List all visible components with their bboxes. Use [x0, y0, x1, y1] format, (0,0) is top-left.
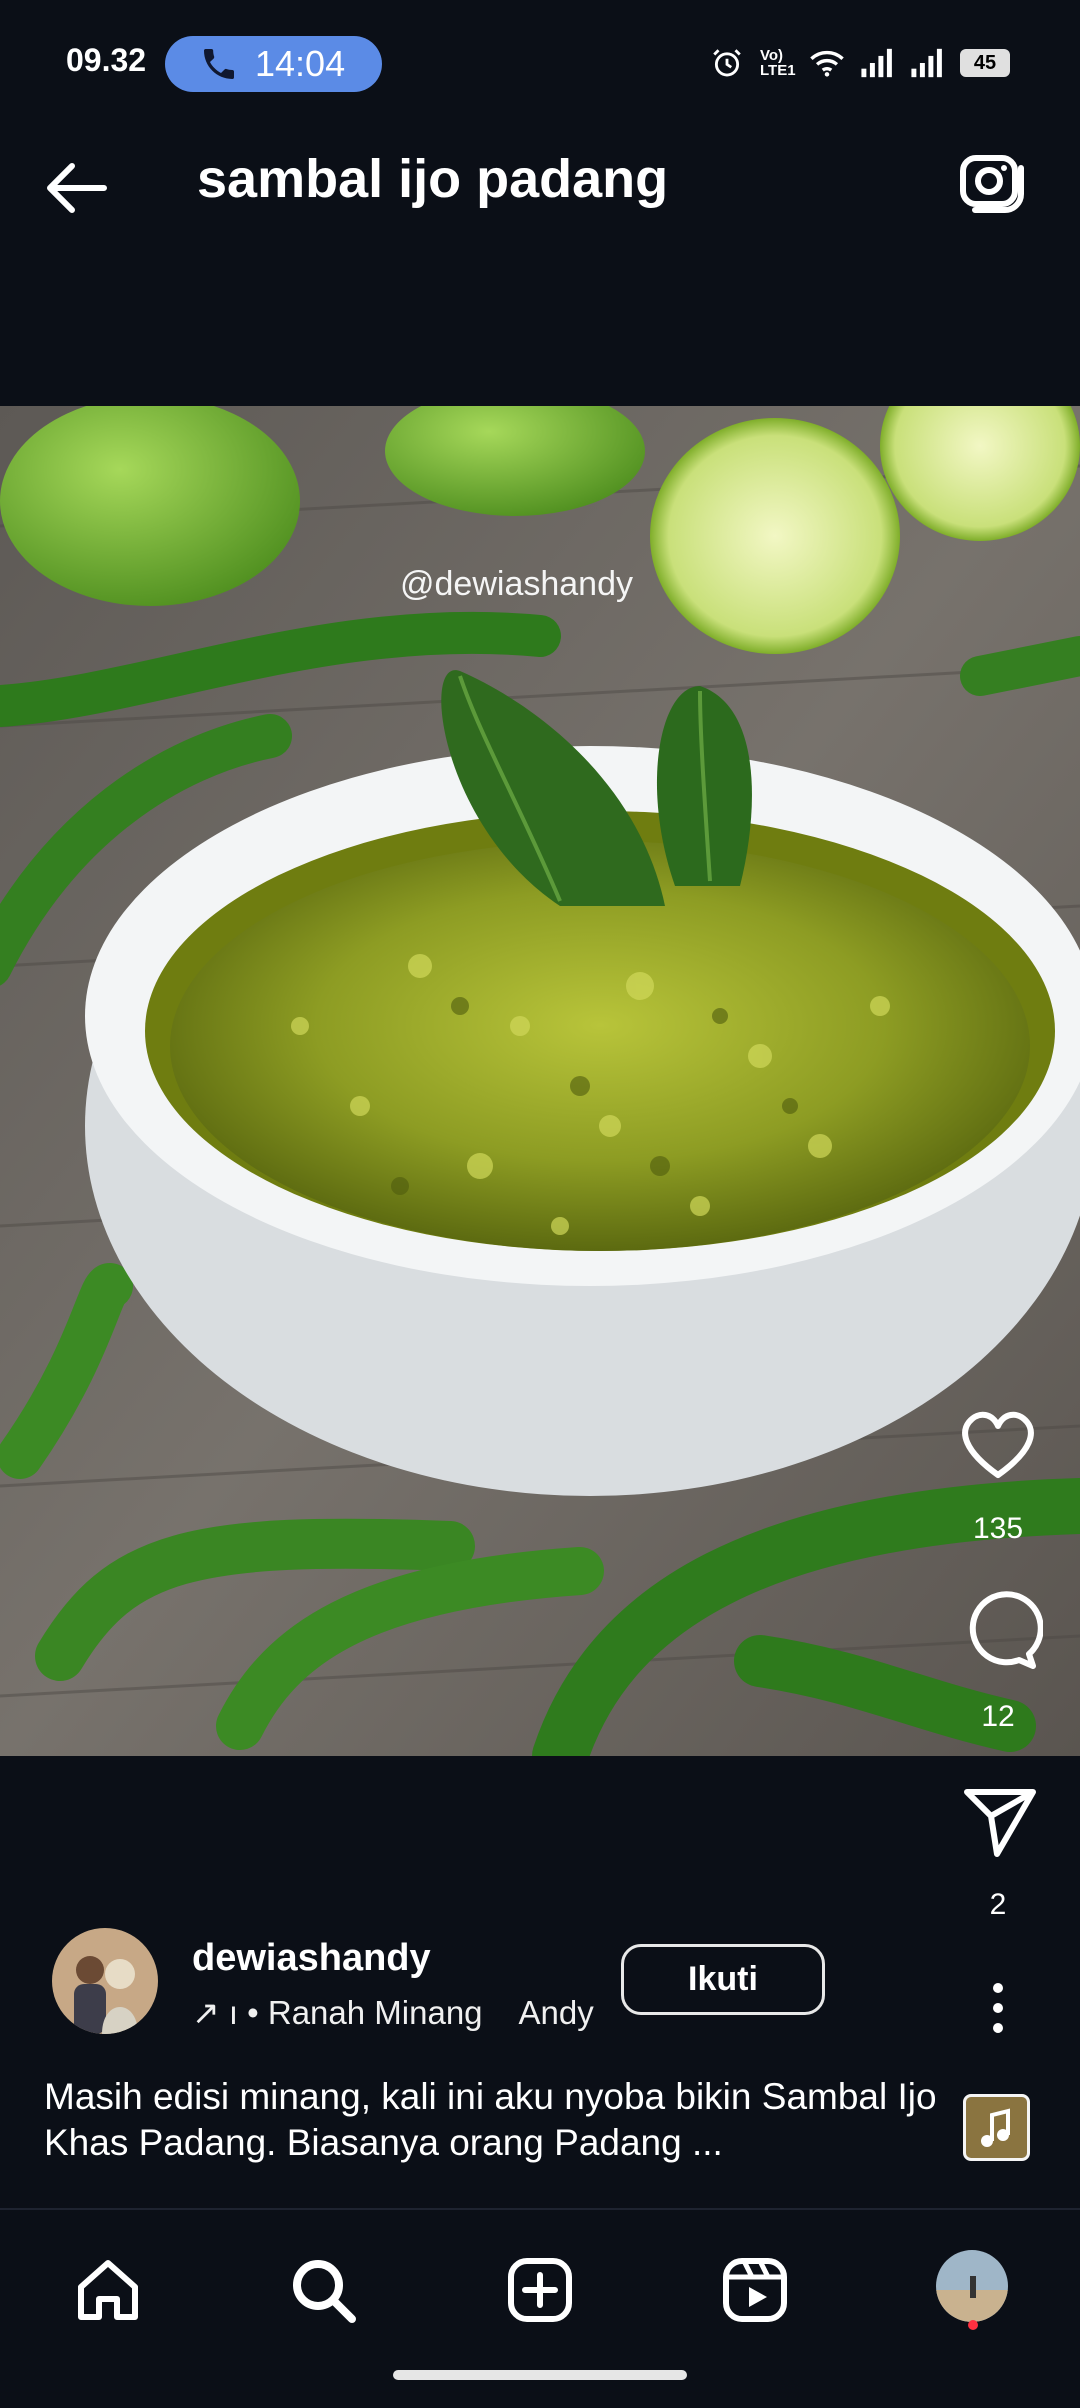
heart-icon	[962, 1411, 1034, 1478]
music-thumbnail[interactable]	[963, 2094, 1030, 2161]
send-icon	[964, 1789, 1036, 1857]
more-vertical-icon	[993, 1983, 1003, 2033]
comment-button[interactable]	[953, 1586, 1044, 1676]
music-note-icon	[981, 2108, 1010, 2147]
share-count[interactable]: 2	[948, 1888, 1048, 1922]
comment-icon	[969, 1591, 1044, 1669]
image-watermark: @dewiashandy	[400, 565, 633, 603]
author-username[interactable]: dewiashandy	[192, 1937, 431, 1980]
status-bar: 09.32 14:04 Vo) LTE1 45	[0, 0, 1080, 110]
camera-button[interactable]	[953, 142, 1033, 222]
comment-count[interactable]: 12	[948, 1700, 1048, 1734]
status-icons: Vo) LTE1 45	[710, 46, 1010, 80]
follow-button[interactable]: Ikuti	[621, 1944, 825, 2015]
sambal-photo	[0, 406, 1080, 1756]
alarm-icon	[713, 49, 741, 77]
home-icon	[78, 2260, 138, 2320]
share-button[interactable]	[953, 1776, 1043, 1866]
post-caption[interactable]: Masih edisi minang, kali ini aku nyoba b…	[44, 2074, 944, 2166]
nav-reels[interactable]	[705, 2240, 805, 2340]
back-button[interactable]	[40, 148, 120, 228]
nav-search[interactable]	[273, 2240, 373, 2340]
author-avatar[interactable]	[52, 1928, 158, 2034]
nav-create[interactable]	[490, 2240, 590, 2340]
reels-icon	[723, 2258, 787, 2322]
audio-title: ↗ ı • Ranah Minang	[192, 1994, 483, 2031]
profile-avatar	[936, 2250, 1008, 2322]
page-title: sambal ijo padang	[197, 149, 669, 209]
wifi-icon	[810, 50, 844, 77]
post-image[interactable]	[0, 406, 1080, 1756]
search-icon	[293, 2260, 356, 2323]
signal-2-icon	[911, 48, 942, 78]
status-time: 09.32	[66, 42, 147, 78]
phone-icon	[204, 49, 234, 79]
like-count[interactable]: 135	[948, 1512, 1048, 1546]
battery-indicator: 45	[960, 49, 1010, 77]
avatar-image	[52, 1928, 158, 2034]
create-icon	[508, 2258, 572, 2322]
nav-home[interactable]	[58, 2240, 158, 2340]
home-indicator[interactable]	[393, 2370, 687, 2380]
audio-info[interactable]: ↗ ı • Ranah Minang Andy	[192, 1993, 594, 2032]
signal-1-icon	[861, 48, 892, 78]
nav-divider	[0, 2208, 1080, 2210]
like-button[interactable]	[953, 1400, 1043, 1490]
more-options-button[interactable]	[976, 1982, 1020, 2034]
audio-artist: Andy	[518, 1993, 594, 2031]
notification-dot	[968, 2320, 978, 2330]
volte-indicator: Vo) LTE1	[760, 47, 796, 79]
camera-icon	[960, 155, 1024, 213]
call-duration: 14:04	[255, 43, 346, 84]
back-arrow-icon	[47, 163, 107, 213]
ongoing-call-pill[interactable]: 14:04	[165, 36, 382, 92]
